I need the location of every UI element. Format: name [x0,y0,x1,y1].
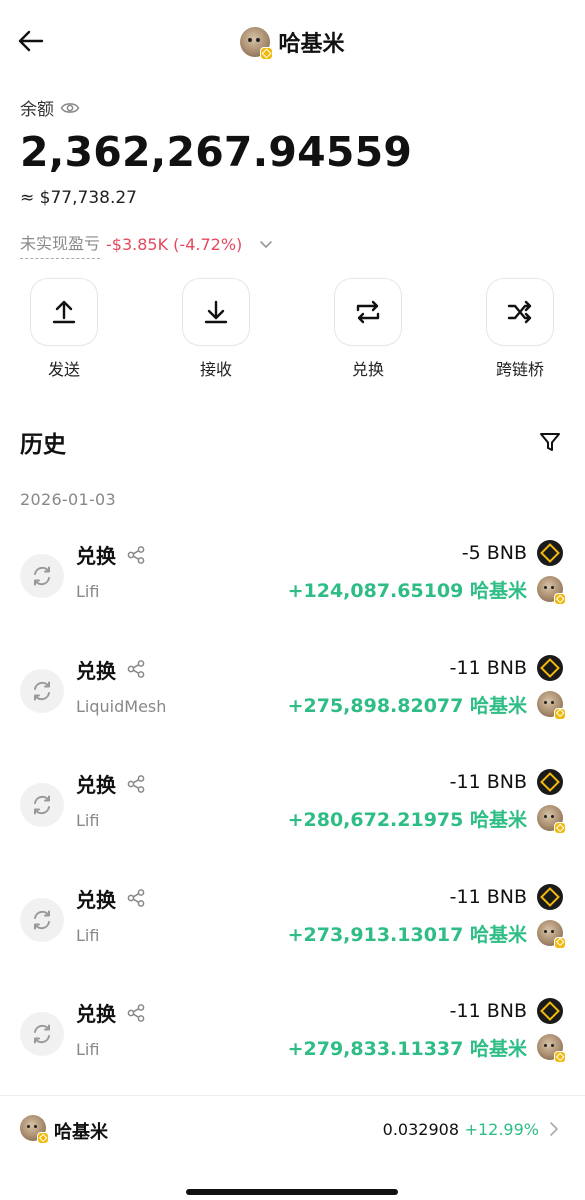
token-footer-bar[interactable]: 哈基米 0.032908 +12.99% [0,1095,585,1165]
transaction-amount-out: -11 BNB [449,885,527,908]
bnb-coin-icon [537,540,563,566]
token-coin-icon [537,690,566,720]
balance-label: 余额 [20,100,54,120]
swap-circle-icon [20,897,64,942]
swap-circle-icon [20,668,64,713]
transaction-amount-in: +275,898.82077 哈基米 [287,694,527,717]
transaction-amount-in: +124,087.65109 哈基米 [287,580,527,602]
transaction-type-label: 兑换 [76,887,116,912]
share-icon[interactable] [126,659,146,679]
eye-icon[interactable] [60,101,80,115]
share-icon[interactable] [126,774,146,794]
transaction-amount-out: -11 BNB [449,1000,527,1022]
token-title: 哈基米 [0,26,585,60]
swap-arrows-icon [356,300,380,324]
footer-price-change: +12.99% [464,1120,539,1139]
share-icon[interactable] [126,1003,146,1023]
home-indicator [186,1189,398,1195]
receive-icon-box[interactable] [182,278,250,346]
history-date: 2026-01-03 [20,490,116,509]
bnb-coin-icon [537,883,563,910]
swap-button[interactable]: 兑换 [323,278,413,380]
page-title: 哈基米 [278,32,345,57]
unrealized-pnl-row[interactable]: 未实现盈亏 -$3.85K (-4.72%) [20,230,274,259]
swap-circle-icon [20,783,64,827]
transaction-row[interactable]: 兑换 Lifi -11 BNB +279,833.11337 哈基米 [0,998,585,1098]
bnb-coin-icon [537,654,563,681]
bnb-coin-icon [537,998,563,1024]
bridge-icon-box[interactable] [486,278,554,346]
transaction-provider: Lifi [76,925,100,945]
footer-token-name: 哈基米 [54,1122,108,1143]
pnl-value: -$3.85K (-4.72%) [106,235,243,254]
transaction-type: 兑换 [76,998,146,1027]
pnl-label[interactable]: 未实现盈亏 [20,230,101,259]
transaction-provider: Lifi [76,1040,100,1059]
top-bar: 哈基米 [0,0,585,84]
balance-usd-value: ≈ $77,738.27 [20,188,137,208]
transaction-type: 兑换 [76,655,146,684]
transaction-type: 兑换 [76,884,146,913]
token-coin-icon [537,1034,566,1063]
receive-button[interactable]: 接收 [171,278,261,380]
token-coin-icon [537,576,566,605]
send-label: 发送 [47,360,80,379]
chevron-right-icon[interactable] [547,1120,561,1138]
swap-circle-icon [20,554,64,598]
transaction-type: 兑换 [76,769,146,798]
transaction-amount-in: +280,672.21975 哈基米 [287,809,527,831]
send-icon-box[interactable] [30,278,98,346]
transaction-provider: LiquidMesh [76,696,167,716]
token-coin-icon [537,919,566,949]
bnb-chain-badge-icon [554,593,566,605]
transaction-row[interactable]: 兑换 LiquidMesh -11 BNB +275,898.82077 哈基米 [0,654,585,755]
bnb-chain-badge-icon [554,936,566,949]
bnb-chain-badge-icon [554,822,566,834]
transaction-type-label: 兑换 [76,1002,116,1026]
bridge-button[interactable]: 跨链桥 [475,278,565,380]
receive-label: 接收 [199,360,232,379]
transaction-amount-out: -5 BNB [461,542,527,564]
footer-token-price: 0.032908 [382,1120,459,1139]
bnb-chain-badge-icon [37,1132,49,1144]
shuffle-icon [507,300,532,324]
action-buttons: 发送 接收 兑换 跨链桥 [0,278,585,380]
transaction-type-label: 兑换 [76,773,116,797]
transaction-amount-in: +273,913.13017 哈基米 [287,923,527,946]
footer-token-avatar [20,1115,49,1144]
transaction-amount-in: +279,833.11337 哈基米 [287,1038,527,1060]
transaction-amount-out: -11 BNB [449,656,527,679]
history-title: 历史 [20,432,66,458]
transaction-type-label: 兑换 [76,658,116,683]
transaction-type: 兑换 [76,540,146,569]
token-coin-icon [537,805,566,834]
bnb-chain-badge-icon [554,707,566,720]
swap-circle-icon [20,1012,64,1056]
send-button[interactable]: 发送 [19,278,109,380]
bridge-label: 跨链桥 [495,360,544,379]
upload-arrow-icon [52,300,76,324]
transaction-type-label: 兑换 [76,544,116,568]
transaction-provider: Lifi [76,811,100,830]
share-icon[interactable] [126,545,146,565]
transaction-amount-out: -11 BNB [449,771,527,793]
chevron-down-icon[interactable] [258,239,274,251]
bnb-chain-badge-icon [259,46,274,60]
share-icon[interactable] [126,888,146,908]
swap-label: 兑换 [351,360,384,379]
bnb-chain-badge-icon [554,1051,566,1063]
token-avatar [240,27,274,60]
transaction-row[interactable]: 兑换 Lifi -11 BNB +280,672.21975 哈基米 [0,769,585,869]
transaction-row[interactable]: 兑换 Lifi -11 BNB +273,913.13017 哈基米 [0,883,585,984]
download-arrow-icon [204,300,228,324]
filter-icon[interactable] [538,430,562,454]
bnb-coin-icon [537,769,563,795]
transaction-row[interactable]: 兑换 Lifi -5 BNB +124,087.65109 哈基米 [0,540,585,640]
balance-label-row: 余额 [20,95,80,120]
swap-icon-box[interactable] [334,278,402,346]
transaction-provider: Lifi [76,582,100,601]
balance-amount: 2,362,267.94559 [20,128,413,176]
